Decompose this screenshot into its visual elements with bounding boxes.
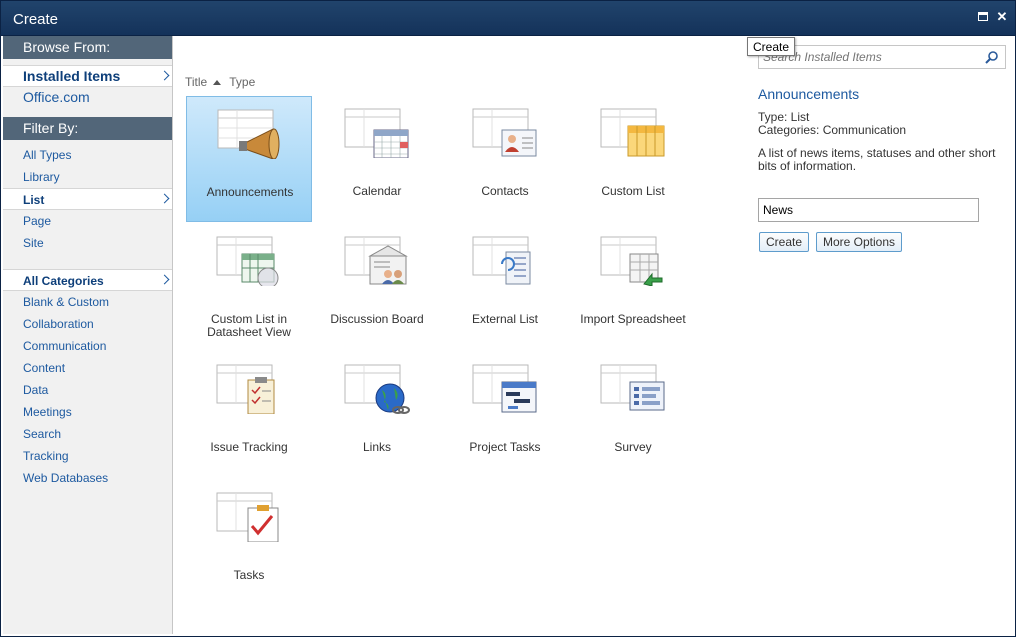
- category-data[interactable]: Data: [3, 379, 172, 401]
- template-label: Discussion Board: [330, 312, 424, 326]
- detail-title: Announcements: [758, 86, 860, 102]
- spreadsheet-import-icon: [600, 236, 663, 286]
- category-blank-custom[interactable]: Blank & Custom: [3, 291, 172, 313]
- maximize-icon: [978, 12, 988, 21]
- filter-by-header: Filter By:: [3, 117, 172, 140]
- category-content[interactable]: Content: [3, 357, 172, 379]
- category-tracking[interactable]: Tracking: [3, 445, 172, 467]
- template-tile-announcements[interactable]: Announcements: [186, 96, 312, 222]
- globe-link-icon: [344, 364, 410, 414]
- template-label: Contacts: [481, 184, 529, 198]
- template-label: Survey: [614, 440, 652, 454]
- template-label: Custom List in Datasheet View: [207, 312, 291, 339]
- template-tile-custom-list-datasheet[interactable]: Custom List in Datasheet View: [186, 224, 312, 350]
- gantt-icon: [472, 364, 537, 413]
- template-tile-calendar[interactable]: Calendar: [314, 96, 440, 222]
- survey-icon: [600, 364, 665, 411]
- name-field[interactable]: [758, 198, 979, 222]
- dialog-title: Create: [13, 11, 59, 28]
- template-tile-contacts[interactable]: Contacts: [442, 96, 568, 222]
- detail-description: A list of news items, statuses and other…: [758, 146, 996, 173]
- template-label: Links: [362, 440, 391, 454]
- filter-library[interactable]: Library: [3, 166, 172, 188]
- create-button[interactable]: Create: [759, 232, 810, 252]
- browse-installed-items[interactable]: Installed Items: [3, 65, 172, 87]
- template-label: Import Spreadsheet: [580, 312, 686, 326]
- search-box: [758, 45, 1006, 69]
- external-list-icon: [472, 236, 531, 285]
- template-label: Calendar: [352, 184, 402, 198]
- browse-office-com[interactable]: Office.com: [3, 87, 172, 109]
- discussion-icon: [344, 236, 408, 285]
- category-web-databases[interactable]: Web Databases: [3, 467, 172, 489]
- filter-site[interactable]: Site: [3, 232, 172, 254]
- maximize-button[interactable]: [976, 10, 990, 24]
- template-tile-external-list[interactable]: External List: [442, 224, 568, 350]
- create-tooltip: Create: [747, 37, 796, 56]
- template-label: Custom List: [601, 184, 665, 198]
- category-communication[interactable]: Communication: [3, 335, 172, 357]
- clipboard-issue-icon: [216, 364, 275, 414]
- contact-card-icon: [472, 108, 537, 157]
- left-nav: Browse From: Installed Items Office.com …: [3, 36, 173, 634]
- custom-list-icon: [600, 108, 665, 157]
- template-tile-survey[interactable]: Survey: [570, 352, 696, 478]
- search-icon[interactable]: [985, 50, 999, 64]
- template-label: Project Tasks: [469, 440, 541, 454]
- filter-all-types[interactable]: All Types: [3, 144, 172, 166]
- filter-list[interactable]: List: [3, 188, 172, 210]
- template-tile-discussion-board[interactable]: Discussion Board: [314, 224, 440, 350]
- category-collaboration[interactable]: Collaboration: [3, 313, 172, 335]
- template-label: External List: [471, 312, 539, 326]
- sort-by-title[interactable]: Title: [185, 75, 207, 89]
- detail-meta: Type: List Categories: Communication: [758, 111, 906, 137]
- category-all[interactable]: All Categories: [3, 269, 172, 291]
- template-label: Issue Tracking: [210, 440, 288, 454]
- template-tile-issue-tracking[interactable]: Issue Tracking: [186, 352, 312, 478]
- calendar-icon: [344, 108, 409, 158]
- sort-ascending-icon: [213, 79, 222, 85]
- dialog-titlebar: Create ✕: [0, 0, 1016, 36]
- datasheet-icon: [216, 236, 279, 286]
- template-label: Tasks: [233, 568, 265, 582]
- template-label: Announcements: [206, 185, 294, 199]
- template-tile-project-tasks[interactable]: Project Tasks: [442, 352, 568, 478]
- template-tile-custom-list[interactable]: Custom List: [570, 96, 696, 222]
- sort-header: Title Type: [185, 75, 255, 89]
- megaphone-icon: [217, 109, 280, 159]
- clipboard-check-icon: [216, 492, 279, 542]
- category-meetings[interactable]: Meetings: [3, 401, 172, 423]
- close-button[interactable]: ✕: [995, 10, 1009, 24]
- more-options-button[interactable]: More Options: [816, 232, 903, 252]
- filter-page[interactable]: Page: [3, 210, 172, 232]
- sort-by-type[interactable]: Type: [229, 75, 255, 89]
- template-tile-links[interactable]: Links: [314, 352, 440, 478]
- detail-categories: Categories: Communication: [758, 123, 907, 137]
- template-tile-tasks[interactable]: Tasks: [186, 480, 312, 606]
- template-tile-import-spreadsheet[interactable]: Import Spreadsheet: [570, 224, 696, 350]
- browse-from-header: Browse From:: [3, 36, 172, 59]
- category-search[interactable]: Search: [3, 423, 172, 445]
